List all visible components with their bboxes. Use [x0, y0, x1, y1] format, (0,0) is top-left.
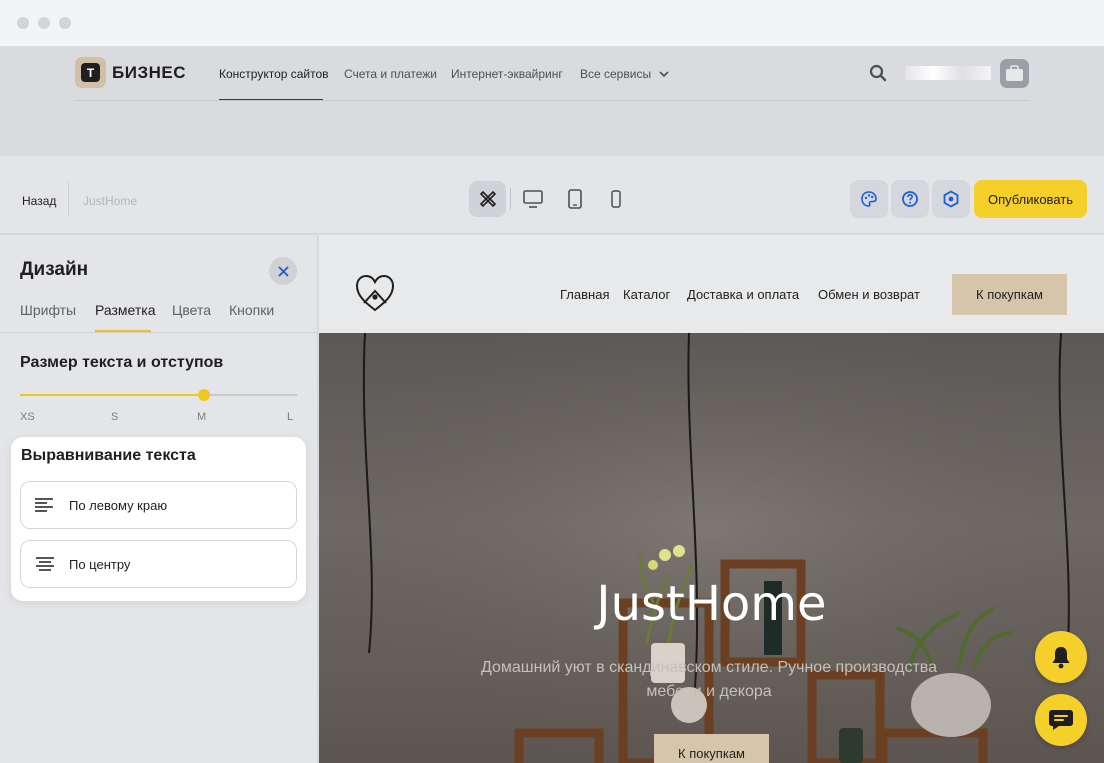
site-nav-catalog[interactable]: Каталог — [623, 287, 670, 302]
size-label-l[interactable]: L — [287, 411, 293, 423]
bell-icon — [1052, 647, 1070, 669]
settings-button[interactable] — [932, 180, 970, 218]
site-nav-delivery[interactable]: Доставка и оплата — [687, 287, 799, 302]
search-icon[interactable] — [869, 64, 887, 87]
align-left-option[interactable]: По левому краю — [20, 481, 297, 529]
site-name: JustHome — [83, 194, 138, 208]
hero-subtitle-line-2: мебели и декора — [646, 683, 772, 700]
settings-hex-icon — [943, 190, 959, 208]
tablet-icon — [567, 189, 582, 209]
site-nav-returns[interactable]: Обмен и возврат — [818, 287, 920, 302]
panel-divider — [0, 332, 318, 333]
align-center-label: По центру — [69, 557, 131, 572]
tab-layout[interactable]: Разметка — [95, 302, 156, 318]
topnav-all-services[interactable]: Все сервисы — [580, 67, 669, 81]
design-mode-button[interactable] — [469, 181, 506, 217]
size-section-title: Размер текста и отступов — [20, 354, 224, 371]
window-close-dot[interactable] — [17, 17, 29, 29]
tab-colors[interactable]: Цвета — [172, 302, 211, 318]
size-label-s[interactable]: S — [111, 411, 118, 423]
desktop-icon — [522, 190, 543, 208]
toolbar-divider — [68, 182, 69, 216]
topnav-all-services-label: Все сервисы — [580, 67, 652, 81]
notifications-button[interactable] — [1035, 631, 1087, 683]
panel-title: Дизайн — [20, 259, 89, 280]
hero-cta-button[interactable]: К покупкам — [654, 734, 769, 763]
window-maximize-dot[interactable] — [59, 17, 71, 29]
align-center-icon — [36, 557, 54, 571]
size-label-xs[interactable]: XS — [20, 411, 35, 423]
chat-button[interactable] — [1035, 694, 1087, 746]
chevron-down-icon — [659, 71, 669, 78]
desktop-view-button[interactable] — [514, 181, 551, 217]
blurred-account-name[interactable] — [905, 66, 991, 80]
palette-icon — [861, 191, 877, 207]
briefcase-icon — [1006, 65, 1023, 81]
site-nav-home[interactable]: Главная — [560, 287, 609, 302]
tab-buttons[interactable]: Кнопки — [229, 302, 274, 318]
close-panel-button[interactable] — [269, 257, 297, 285]
brand-name[interactable]: БИЗНЕС — [112, 63, 186, 83]
align-left-icon — [35, 498, 53, 512]
size-slider-thumb[interactable] — [197, 389, 210, 401]
topnav-site-builder[interactable]: Конструктор сайтов — [219, 67, 329, 81]
back-button[interactable]: Назад — [22, 194, 56, 208]
window-titlebar — [0, 0, 1104, 46]
tab-fonts[interactable]: Шрифты — [20, 302, 76, 318]
brand-badge-letter: Т — [87, 66, 95, 80]
window-minimize-dot[interactable] — [38, 17, 50, 29]
toolbar-divider-2 — [510, 188, 511, 210]
hero-subtitle: Домашний уют в скандинавском стиле. Ручн… — [459, 656, 959, 704]
topnav-acquiring[interactable]: Интернет-эквайринг — [451, 67, 563, 81]
align-center-option[interactable]: По центру — [20, 540, 297, 588]
hero-subtitle-line-1: Домашний уют в скандинавском стиле. Ручн… — [480, 659, 938, 676]
tablet-view-button[interactable] — [556, 181, 593, 217]
help-button[interactable] — [891, 180, 929, 218]
alignment-title: Выравнивание текста — [21, 447, 196, 464]
account-avatar[interactable] — [1000, 59, 1029, 88]
chat-icon — [1049, 710, 1073, 730]
site-header-cta-button[interactable]: К покупкам — [952, 274, 1067, 315]
topnav-invoices[interactable]: Счета и платежи — [344, 67, 437, 81]
mobile-view-button[interactable] — [597, 181, 634, 217]
size-slider-fill — [20, 394, 204, 396]
size-label-m[interactable]: M — [197, 411, 206, 423]
align-left-label: По левому краю — [69, 498, 168, 513]
brand-logo-icon[interactable]: Т — [75, 57, 106, 88]
header-divider — [75, 100, 1029, 101]
palette-button[interactable] — [850, 180, 888, 218]
design-mode-icon — [479, 190, 496, 208]
publish-button[interactable]: Опубликовать — [974, 180, 1087, 218]
mobile-icon — [610, 190, 621, 208]
hero-title: JustHome — [596, 576, 827, 632]
help-icon — [902, 191, 918, 207]
site-logo-icon[interactable] — [354, 273, 396, 318]
close-icon — [278, 266, 288, 276]
